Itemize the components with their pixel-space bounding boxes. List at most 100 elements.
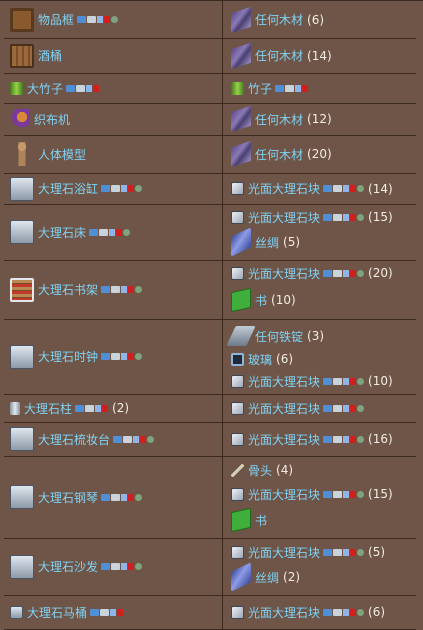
ingredient-name-link[interactable]: 光面大理石块 bbox=[248, 373, 320, 390]
result-name-link[interactable]: 大理石书架 bbox=[38, 281, 98, 298]
version-badges bbox=[323, 435, 365, 443]
ingredient-line: 任何木材 (12) bbox=[223, 103, 416, 135]
version-badge-icon bbox=[350, 213, 357, 221]
ingredient-line: 光面大理石块 (15) bbox=[223, 485, 416, 503]
version-badge-icon bbox=[121, 353, 128, 360]
ingredient-name-link[interactable]: 任何铁锭 bbox=[255, 328, 303, 345]
version-badge-icon bbox=[285, 84, 295, 92]
result-name-link[interactable]: 大理石钢琴 bbox=[38, 489, 98, 506]
version-badge-icon bbox=[302, 84, 309, 92]
marble-block-icon bbox=[231, 210, 244, 224]
result-name-link[interactable]: 大理石梳妆台 bbox=[38, 431, 110, 448]
version-badge-icon bbox=[343, 185, 350, 192]
marble-clock-icon bbox=[10, 344, 34, 369]
ingredient-name-link[interactable]: 任何木材 bbox=[255, 47, 303, 64]
wood-icon bbox=[231, 140, 251, 168]
result-name-link[interactable]: 大理石床 bbox=[38, 224, 86, 241]
version-badge-icon bbox=[128, 493, 135, 501]
version-badge-icon bbox=[123, 435, 133, 443]
result-name-link[interactable]: 大理石时钟 bbox=[38, 348, 98, 365]
ingredient-name-link[interactable]: 光面大理石块 bbox=[248, 544, 320, 561]
version-badge-icon bbox=[343, 377, 350, 385]
ingredient-line: 光面大理石块 (10) bbox=[223, 372, 416, 390]
loom-icon bbox=[10, 109, 30, 129]
ingredients-cell: 任何木材 (14) bbox=[223, 38, 416, 73]
ingredient-count: (3) bbox=[307, 329, 325, 343]
glass-icon bbox=[231, 352, 244, 366]
ingredient-name-link[interactable]: 丝绸 bbox=[255, 569, 279, 586]
result-name-link[interactable]: 大理石浴缸 bbox=[38, 180, 98, 197]
version-badge-icon bbox=[95, 404, 102, 412]
ingredient-name-link[interactable]: 光面大理石块 bbox=[248, 486, 320, 503]
result-name-link[interactable]: 大理石马桶 bbox=[27, 604, 87, 621]
marble-bathtub-icon bbox=[10, 176, 34, 201]
version-badge-icon bbox=[140, 435, 147, 443]
ingredient-name-link[interactable]: 书 bbox=[255, 512, 267, 529]
version-badge-icon bbox=[117, 608, 124, 616]
version-badge-icon bbox=[343, 548, 350, 556]
version-badge-icon bbox=[135, 185, 143, 192]
ingredient-name-link[interactable]: 书 bbox=[255, 292, 267, 309]
version-badge-icon bbox=[350, 435, 357, 443]
result-name-link[interactable]: 人体模型 bbox=[38, 146, 86, 163]
wood-icon bbox=[231, 42, 251, 69]
ingredient-name-link[interactable]: 光面大理石块 bbox=[248, 209, 320, 226]
ingredient-name-link[interactable]: 玻璃 bbox=[248, 351, 272, 368]
ingredient-name-link[interactable]: 骨头 bbox=[248, 462, 272, 479]
ingredient-name-link[interactable]: 光面大理石块 bbox=[248, 604, 320, 621]
result-name-link[interactable]: 大竹子 bbox=[27, 80, 63, 97]
result-name-link[interactable]: 大理石柱 bbox=[24, 400, 72, 417]
result-line: 大理石床 bbox=[4, 204, 222, 260]
marble-dresser-icon bbox=[10, 427, 34, 451]
version-badge-icon bbox=[333, 608, 343, 616]
version-badge-icon bbox=[121, 185, 128, 192]
ingredient-count: (6) bbox=[368, 605, 386, 619]
version-badges bbox=[323, 404, 365, 412]
version-badge-icon bbox=[101, 353, 111, 360]
version-badge-icon bbox=[101, 493, 111, 501]
ingredient-name-link[interactable]: 光面大理石块 bbox=[248, 265, 320, 282]
ingredient-name-link[interactable]: 竹子 bbox=[248, 80, 272, 97]
result-line: 大理石柱 (2) bbox=[4, 394, 222, 422]
ingredient-name-link[interactable]: 任何木材 bbox=[255, 146, 303, 163]
result-cell: 酒桶 bbox=[4, 38, 223, 73]
result-line: 大竹子 bbox=[4, 73, 222, 103]
recipe-row: 大理石梳妆台 光面大理石块 (16) bbox=[4, 422, 416, 457]
result-cell: 大理石柱 (2) bbox=[4, 394, 223, 422]
ingredient-name-link[interactable]: 光面大理石块 bbox=[248, 431, 320, 448]
version-badge-icon bbox=[333, 548, 343, 556]
version-badge-icon bbox=[128, 185, 135, 192]
ingredient-count: (6) bbox=[276, 352, 294, 366]
version-badge-icon bbox=[66, 84, 76, 92]
ingredient-count: (20) bbox=[368, 266, 393, 280]
ingredient-name-link[interactable]: 丝绸 bbox=[255, 234, 279, 251]
ingredient-name-link[interactable]: 光面大理石块 bbox=[248, 180, 320, 197]
result-name-link[interactable]: 物品框 bbox=[38, 11, 74, 28]
version-badges bbox=[101, 563, 143, 570]
version-badge-icon bbox=[333, 377, 343, 385]
version-badge-icon bbox=[121, 286, 128, 293]
version-badges bbox=[323, 269, 365, 277]
ingredients-cell: 光面大理石块 (16) bbox=[223, 422, 416, 456]
ingredient-name-link[interactable]: 任何木材 bbox=[255, 111, 303, 128]
version-badge-icon bbox=[295, 84, 302, 92]
ingredient-line: 光面大理石块 (5) bbox=[223, 543, 416, 561]
ingredient-name-link[interactable]: 任何木材 bbox=[255, 11, 303, 28]
result-name-link[interactable]: 织布机 bbox=[34, 111, 70, 128]
recipe-row: 大理石浴缸 光面大理石块 (14) bbox=[4, 173, 416, 205]
result-line: 物品框 bbox=[4, 1, 222, 38]
version-badge-icon bbox=[343, 404, 350, 412]
version-badges bbox=[90, 608, 124, 616]
recipe-table: 物品框 任何木材 (6) 酒桶 任何木材 (14) 大竹子 竹子 织布机 任何木材 (12) 人体模型… bbox=[0, 0, 423, 630]
ingredient-line: 丝绸 (5) bbox=[223, 227, 416, 257]
ingredient-name-link[interactable]: 光面大理石块 bbox=[248, 400, 320, 417]
version-badge-icon bbox=[333, 269, 343, 277]
version-badges bbox=[101, 353, 143, 360]
ingredients-cell: 光面大理石块 (5) 丝绸 (2) bbox=[223, 538, 416, 595]
ingredient-count: (15) bbox=[368, 487, 393, 501]
result-name-link[interactable]: 酒桶 bbox=[38, 47, 62, 64]
result-name-link[interactable]: 大理石沙发 bbox=[38, 558, 98, 575]
ingredient-count: (10) bbox=[271, 293, 296, 307]
version-badge-icon bbox=[135, 563, 143, 570]
version-badge-icon bbox=[323, 490, 333, 498]
